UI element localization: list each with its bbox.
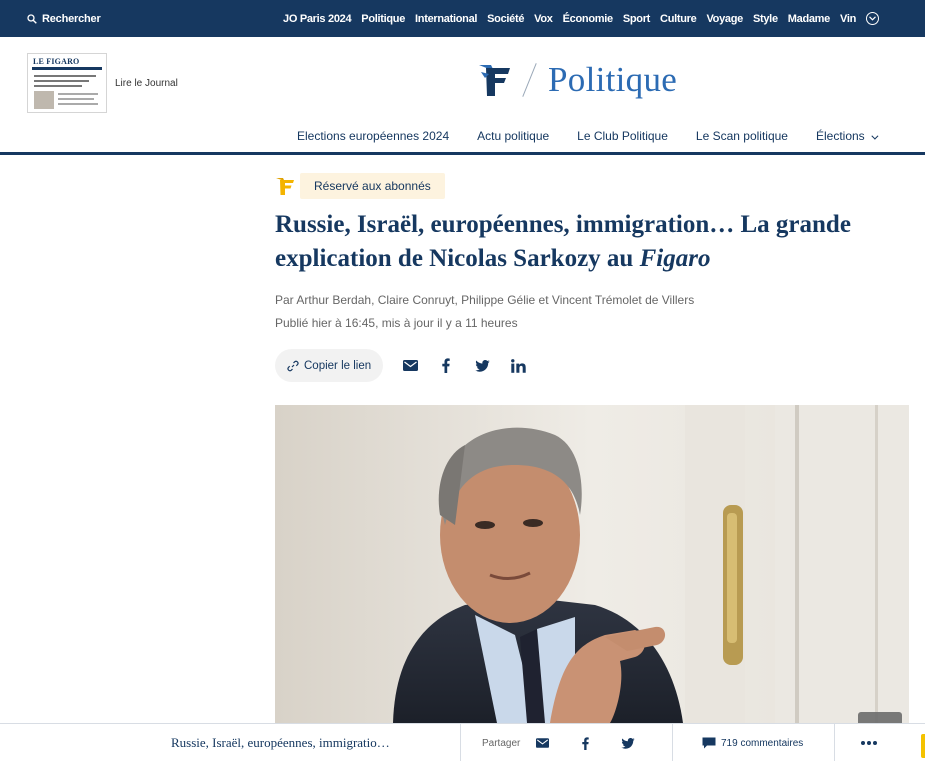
read-journal-link[interactable]: LE FIGARO Lire le Journal: [27, 53, 178, 113]
footer-share-facebook-button[interactable]: [577, 735, 593, 751]
section-subnav: Elections européennes 2024 Actu politiqu…: [283, 129, 890, 143]
figaro-logo-icon[interactable]: [477, 62, 513, 98]
facebook-icon: [581, 736, 589, 750]
search-icon: [27, 13, 37, 24]
subnav-elections-label: Élections: [815, 129, 865, 143]
premium-badge: Réservé aux abonnés: [275, 173, 445, 199]
linkedin-icon: [510, 358, 526, 373]
article-byline: Par Arthur Berdah, Claire Conruyt, Phili…: [275, 293, 694, 307]
comments-button[interactable]: 719 commentaires: [702, 724, 803, 761]
footer-divider: [460, 724, 461, 761]
share-email-button[interactable]: [401, 357, 419, 375]
portrait-photo: [275, 405, 909, 723]
publish-date: Publié hier à 16:45, mis à jour il y a 1…: [275, 316, 518, 330]
comments-count: 719 commentaires: [721, 737, 804, 749]
copy-link-label: Copier le lien: [304, 359, 372, 372]
chevron-down-icon: [871, 132, 879, 140]
more-options-button[interactable]: [861, 724, 877, 761]
read-journal-label: Lire le Journal: [115, 77, 178, 89]
nav-link-economie[interactable]: Économie: [563, 13, 613, 25]
share-linkedin-button[interactable]: [509, 357, 527, 375]
nav-link-international[interactable]: International: [415, 13, 477, 25]
nav-link-style[interactable]: Style: [753, 13, 778, 25]
facebook-icon: [442, 358, 450, 373]
nav-link-politique[interactable]: Politique: [361, 13, 405, 25]
nav-link-sport[interactable]: Sport: [623, 13, 651, 25]
footer-share-email-button[interactable]: [534, 735, 550, 751]
footer-divider: [672, 724, 673, 761]
author-link[interactable]: Philippe Gélie: [461, 293, 535, 307]
byline-separator: ,: [454, 293, 458, 307]
subnav-scan-politique[interactable]: Le Scan politique: [696, 129, 788, 143]
copy-link-button[interactable]: Copier le lien: [275, 349, 384, 382]
author-link[interactable]: Claire Conruyt: [378, 293, 455, 307]
journal-cover-thumbnail: LE FIGARO: [27, 53, 107, 113]
sticky-article-footer: Russie, Israël, européennes, immigratio……: [0, 723, 925, 761]
share-facebook-button[interactable]: [437, 357, 455, 375]
byline-prefix: Par: [275, 293, 294, 307]
journal-masthead: LE FIGARO: [33, 57, 80, 66]
search-button[interactable]: Rechercher: [27, 0, 101, 37]
link-icon: [287, 360, 299, 371]
footer-article-title[interactable]: Russie, Israël, européennes, immigratio…: [171, 724, 390, 761]
twitter-icon: [474, 359, 490, 372]
author-link[interactable]: Vincent Trémolet de Villers: [552, 293, 694, 307]
divider: [522, 63, 537, 97]
subnav-actu-politique[interactable]: Actu politique: [477, 129, 549, 143]
main-nav: JO Paris 2024 Politique International So…: [273, 0, 925, 37]
nav-link-vox[interactable]: Vox: [534, 13, 553, 25]
footer-share-label: Partager: [482, 737, 521, 749]
article-hero-image[interactable]: [275, 405, 909, 723]
byline-separator: ,: [371, 293, 375, 307]
article-title-text: Russie, Israël, européennes, immigration…: [275, 211, 851, 272]
nav-link-culture[interactable]: Culture: [660, 13, 697, 25]
nav-link-jo-paris[interactable]: JO Paris 2024: [283, 13, 352, 25]
article-title-emphasis: Figaro: [639, 245, 711, 272]
twitter-icon: [621, 737, 635, 749]
section-header: Politique: [477, 60, 677, 100]
search-label: Rechercher: [42, 12, 101, 25]
nav-link-voyage[interactable]: Voyage: [706, 13, 743, 25]
mail-icon: [402, 360, 418, 371]
nav-link-societe[interactable]: Société: [487, 13, 524, 25]
footer-share-twitter-button[interactable]: [620, 735, 636, 751]
author-link[interactable]: Arthur Berdah: [296, 293, 371, 307]
top-navbar: Rechercher JO Paris 2024 Politique Inter…: [0, 0, 925, 37]
figaro-premium-icon: [276, 178, 294, 195]
chevron-down-icon: [869, 16, 876, 21]
article-title: Russie, Israël, européennes, immigration…: [275, 208, 915, 276]
subnav-club-politique[interactable]: Le Club Politique: [577, 129, 668, 143]
header-divider: [0, 152, 925, 155]
subnav-elections-europeennes[interactable]: Elections européennes 2024: [297, 129, 449, 143]
footer-divider: [834, 724, 835, 761]
subscribers-only-badge: Réservé aux abonnés: [300, 173, 445, 199]
section-title[interactable]: Politique: [548, 60, 677, 100]
subnav-elections-dropdown[interactable]: Élections: [815, 129, 879, 143]
comment-icon: [702, 737, 716, 749]
nav-link-madame[interactable]: Madame: [788, 13, 831, 25]
share-bar: Copier le lien: [275, 349, 527, 382]
byline-and: et: [538, 293, 549, 307]
share-twitter-button[interactable]: [473, 357, 491, 375]
side-tab[interactable]: [921, 734, 925, 758]
nav-link-vin[interactable]: Vin: [840, 13, 856, 25]
mail-icon: [535, 738, 549, 748]
more-sections-button[interactable]: [866, 12, 879, 25]
scroll-top-button[interactable]: [858, 712, 902, 723]
